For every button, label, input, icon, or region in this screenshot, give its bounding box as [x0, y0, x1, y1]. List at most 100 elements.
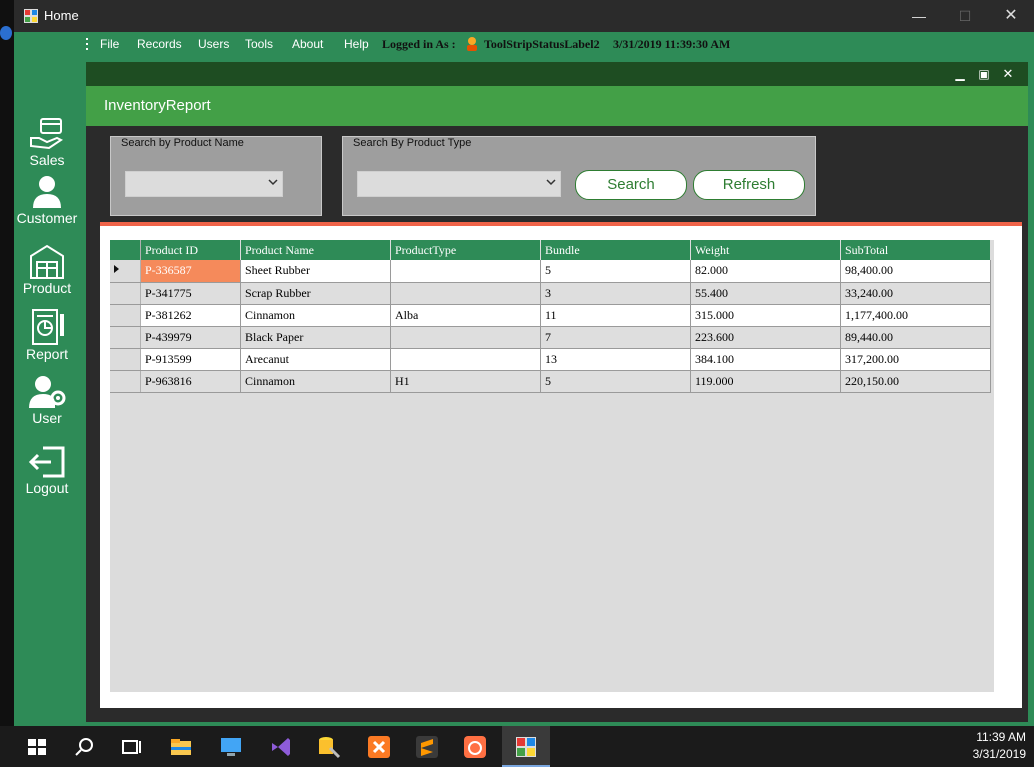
- row-header[interactable]: [110, 260, 141, 283]
- taskbar-active-app[interactable]: [502, 726, 550, 767]
- data-grid[interactable]: Product ID Product Name ProductType Bund…: [110, 240, 994, 692]
- table-cell[interactable]: [390, 326, 541, 349]
- table-row[interactable]: P-336587 Sheet Rubber 5 82.000 98,400.00: [110, 260, 991, 283]
- sidebar-label: Report: [25, 346, 69, 362]
- status-datetime: 3/31/2019 11:39:30 AM: [613, 37, 731, 51]
- menu-users[interactable]: Users: [198, 37, 229, 51]
- sidebar-item-customer[interactable]: Customer: [14, 174, 80, 226]
- search-name-group: Search by Product Name: [110, 136, 322, 216]
- column-header[interactable]: ProductType: [390, 240, 541, 260]
- uc-browser-icon[interactable]: [462, 734, 488, 760]
- table-cell[interactable]: 11: [540, 304, 691, 327]
- xampp-icon[interactable]: [366, 734, 392, 760]
- search-button[interactable]: Search: [575, 170, 687, 200]
- file-explorer-icon[interactable]: [168, 734, 194, 760]
- table-cell[interactable]: Alba: [390, 304, 541, 327]
- table-cell[interactable]: 384.100: [690, 348, 841, 371]
- product-name-combo[interactable]: [125, 171, 283, 197]
- sidebar-item-user[interactable]: User: [14, 374, 80, 426]
- table-cell[interactable]: 89,440.00: [840, 326, 991, 349]
- table-cell[interactable]: Scrap Rubber: [240, 282, 391, 305]
- report-panel: Product ID Product Name ProductType Bund…: [100, 222, 1022, 708]
- table-cell[interactable]: 98,400.00: [840, 260, 991, 283]
- column-header[interactable]: SubTotal: [840, 240, 991, 260]
- table-row[interactable]: P-913599 Arecanut 13 384.100 317,200.00: [110, 348, 991, 371]
- sidebar-item-report[interactable]: Report: [14, 308, 80, 362]
- column-header[interactable]: Bundle: [540, 240, 691, 260]
- sidebar-item-sales[interactable]: Sales: [14, 116, 80, 168]
- search-icon[interactable]: [72, 734, 98, 760]
- table-cell[interactable]: 82.000: [690, 260, 841, 283]
- table-cell[interactable]: 33,240.00: [840, 282, 991, 305]
- table-cell[interactable]: 1,177,400.00: [840, 304, 991, 327]
- row-header[interactable]: [110, 326, 141, 349]
- child-minimize-button[interactable]: ▁: [950, 64, 970, 84]
- menu-records[interactable]: Records: [137, 37, 182, 51]
- table-cell[interactable]: 220,150.00: [840, 370, 991, 393]
- table-cell[interactable]: P-913599: [140, 348, 241, 371]
- windows-start-icon[interactable]: [24, 734, 50, 760]
- table-cell[interactable]: 317,200.00: [840, 348, 991, 371]
- row-header[interactable]: [110, 282, 141, 305]
- table-cell[interactable]: Cinnamon: [240, 370, 391, 393]
- visual-studio-icon[interactable]: [268, 734, 294, 760]
- search-name-label: Search by Product Name: [119, 137, 246, 149]
- row-header[interactable]: [110, 304, 141, 327]
- table-cell[interactable]: H1: [390, 370, 541, 393]
- column-header[interactable]: Weight: [690, 240, 841, 260]
- table-cell[interactable]: P-381262: [140, 304, 241, 327]
- search-type-group: Search By Product Type Search Refresh: [342, 136, 816, 216]
- table-cell[interactable]: 7: [540, 326, 691, 349]
- table-cell[interactable]: 5: [540, 260, 691, 283]
- table-row[interactable]: P-439979 Black Paper 7 223.600 89,440.00: [110, 326, 991, 349]
- app-taskbar-icon: [516, 737, 536, 757]
- remote-desktop-icon[interactable]: [218, 734, 244, 760]
- table-cell[interactable]: P-439979: [140, 326, 241, 349]
- grip-icon: [86, 38, 88, 50]
- table-cell[interactable]: [390, 348, 541, 371]
- maximize-button[interactable]: ☐: [942, 0, 988, 32]
- sublime-text-icon[interactable]: [414, 734, 440, 760]
- table-cell[interactable]: P-336587: [140, 260, 241, 283]
- row-header[interactable]: [110, 370, 141, 393]
- table-row[interactable]: P-963816 Cinnamon H1 5 119.000 220,150.0…: [110, 370, 991, 393]
- table-cell[interactable]: 223.600: [690, 326, 841, 349]
- table-cell[interactable]: [390, 282, 541, 305]
- sql-tools-icon[interactable]: [316, 734, 342, 760]
- table-row[interactable]: P-381262 Cinnamon Alba 11 315.000 1,177,…: [110, 304, 991, 327]
- column-header[interactable]: Product Name: [240, 240, 391, 260]
- refresh-button[interactable]: Refresh: [693, 170, 805, 200]
- table-cell[interactable]: 5: [540, 370, 691, 393]
- table-cell[interactable]: Sheet Rubber: [240, 260, 391, 283]
- minimize-button[interactable]: —: [896, 0, 942, 32]
- table-cell[interactable]: 3: [540, 282, 691, 305]
- table-cell[interactable]: P-341775: [140, 282, 241, 305]
- table-cell[interactable]: Arecanut: [240, 348, 391, 371]
- table-cell[interactable]: Black Paper: [240, 326, 391, 349]
- row-header[interactable]: [110, 348, 141, 371]
- task-view-icon[interactable]: [118, 734, 144, 760]
- system-clock[interactable]: 11:39 AM 3/31/2019: [973, 730, 1026, 761]
- table-cell[interactable]: 119.000: [690, 370, 841, 393]
- product-type-combo[interactable]: [357, 171, 561, 197]
- status-label: ToolStripStatusLabel2: [484, 37, 600, 51]
- table-cell[interactable]: Cinnamon: [240, 304, 391, 327]
- menu-help[interactable]: Help: [344, 37, 369, 51]
- close-button[interactable]: ✕: [988, 0, 1034, 32]
- table-cell[interactable]: 315.000: [690, 304, 841, 327]
- menu-tools[interactable]: Tools: [245, 37, 273, 51]
- column-header[interactable]: Product ID: [140, 240, 241, 260]
- sidebar-item-logout[interactable]: Logout: [14, 444, 80, 496]
- form-header: InventoryReport: [86, 86, 1028, 126]
- table-cell[interactable]: P-963816: [140, 370, 241, 393]
- table-row[interactable]: P-341775 Scrap Rubber 3 55.400 33,240.00: [110, 282, 991, 305]
- child-close-button[interactable]: ✕: [998, 64, 1018, 84]
- menu-file[interactable]: File: [100, 37, 119, 51]
- table-cell[interactable]: 55.400: [690, 282, 841, 305]
- sidebar-label: User: [32, 410, 62, 426]
- child-maximize-button[interactable]: ▣: [974, 64, 994, 84]
- table-cell[interactable]: 13: [540, 348, 691, 371]
- sidebar-item-product[interactable]: Product: [14, 242, 80, 296]
- menu-about[interactable]: About: [292, 37, 323, 51]
- table-cell[interactable]: [390, 260, 541, 283]
